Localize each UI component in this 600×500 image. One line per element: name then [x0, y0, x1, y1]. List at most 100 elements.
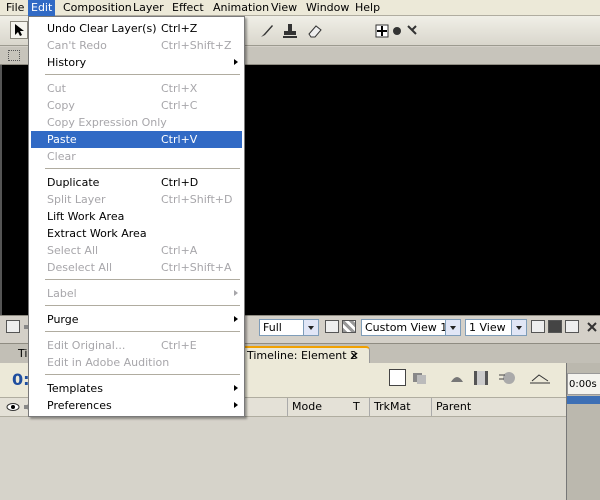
- resolution-select[interactable]: Full: [259, 319, 319, 336]
- menu-item-purge[interactable]: Purge: [31, 311, 242, 328]
- menu-composition[interactable]: Composition: [60, 0, 135, 16]
- menu-item-label: Purge: [47, 313, 79, 326]
- eye-icon[interactable]: [6, 400, 20, 414]
- transparency-grid-icon[interactable]: [342, 320, 356, 333]
- submenu-arrow-icon: [234, 402, 238, 408]
- menu-item-paste[interactable]: Paste Ctrl+V: [31, 131, 242, 148]
- exposure-icon[interactable]: [585, 320, 599, 333]
- submenu-arrow-icon: [234, 59, 238, 65]
- always-preview-icon[interactable]: [6, 320, 20, 333]
- column-trkmat[interactable]: TrkMat: [369, 398, 431, 416]
- menu-item-copy-expression[interactable]: Copy Expression Only: [31, 114, 242, 131]
- close-icon[interactable]: ×: [350, 349, 359, 363]
- menu-item-label: Split Layer: [47, 193, 106, 206]
- time-ruler[interactable]: 0:00s: [566, 363, 600, 500]
- menu-separator: [45, 374, 240, 375]
- menu-effect[interactable]: Effect: [169, 0, 207, 16]
- menu-item-deselect-all[interactable]: Deselect All Ctrl+Shift+A: [31, 259, 242, 276]
- menu-item-copy[interactable]: Copy Ctrl+C: [31, 97, 242, 114]
- menu-edit[interactable]: Edit: [28, 0, 56, 16]
- menu-item-lift-work-area[interactable]: Lift Work Area: [31, 208, 242, 225]
- menu-item-label: Edit in Adobe Audition: [47, 356, 170, 369]
- menu-item-label: Clear: [47, 150, 76, 163]
- selection-tool-icon[interactable]: [10, 21, 28, 39]
- edit-menu-dropdown: Undo Clear Layer(s) Ctrl+Z Can't Redo Ct…: [28, 16, 245, 417]
- panel-grip-icon[interactable]: [8, 50, 20, 61]
- menu-layer[interactable]: Layer: [130, 0, 167, 16]
- menu-item-shortcut: Ctrl+A: [161, 244, 198, 257]
- menu-item-duplicate[interactable]: Duplicate Ctrl+D: [31, 174, 242, 191]
- region-of-interest-icon[interactable]: [325, 320, 339, 333]
- menu-help[interactable]: Help: [352, 0, 383, 16]
- menu-item-edit-in-audition[interactable]: Edit in Adobe Audition: [31, 354, 242, 371]
- menu-separator: [45, 331, 240, 332]
- menu-file[interactable]: File: [3, 0, 27, 16]
- eraser-tool-icon[interactable]: [306, 22, 324, 40]
- live-update-icon[interactable]: [389, 369, 406, 386]
- menu-view[interactable]: View: [268, 0, 300, 16]
- view-value: Custom View 1: [365, 321, 448, 334]
- menu-item-label: Preferences: [47, 399, 112, 412]
- menu-item-shortcut: Ctrl+Shift+Z: [161, 39, 232, 52]
- menu-item-label: History: [47, 56, 87, 69]
- menu-item-label: Paste: [47, 133, 77, 146]
- view-select[interactable]: Custom View 1: [361, 319, 461, 336]
- graph-editor-icon[interactable]: [529, 371, 551, 387]
- timeline-icon[interactable]: [565, 320, 579, 333]
- menu-separator: [45, 168, 240, 169]
- draft-3d-icon[interactable]: [411, 371, 428, 385]
- menu-item-label: Lift Work Area: [47, 210, 125, 223]
- menu-item-shortcut: Ctrl+Shift+D: [161, 193, 233, 206]
- column-t[interactable]: T: [349, 398, 369, 416]
- menu-item-undo[interactable]: Undo Clear Layer(s) Ctrl+Z: [31, 20, 242, 37]
- menu-item-label: Copy: [47, 99, 75, 112]
- menu-item-select-all[interactable]: Select All Ctrl+A: [31, 242, 242, 259]
- frame-blending-icon[interactable]: [472, 369, 490, 387]
- menu-item-shortcut: Ctrl+E: [161, 339, 197, 352]
- menu-item-split-layer[interactable]: Split Layer Ctrl+Shift+D: [31, 191, 242, 208]
- menu-item-label: Label: [47, 287, 77, 300]
- timeline-layer-area[interactable]: [0, 417, 566, 500]
- ruler-start-label: 0:00s: [569, 379, 597, 390]
- fast-previews-icon[interactable]: [548, 320, 562, 333]
- menu-animation[interactable]: Animation: [210, 0, 272, 16]
- views-count-value: 1 View: [469, 321, 506, 334]
- menu-item-shortcut: Ctrl+C: [161, 99, 198, 112]
- menu-item-edit-original[interactable]: Edit Original... Ctrl+E: [31, 337, 242, 354]
- menu-item-label: Copy Expression Only: [47, 116, 167, 129]
- work-area-bar[interactable]: [567, 396, 600, 404]
- hide-shy-layers-icon[interactable]: [448, 370, 466, 386]
- menu-item-label: Deselect All: [47, 261, 113, 274]
- column-mode[interactable]: Mode: [287, 398, 349, 416]
- toggle-pixel-aspect-icon[interactable]: [531, 320, 545, 333]
- menu-item-history[interactable]: History: [31, 54, 242, 71]
- menu-item-templates[interactable]: Templates: [31, 380, 242, 397]
- brush-tool-icon[interactable]: [258, 22, 276, 40]
- menu-item-cut[interactable]: Cut Ctrl+X: [31, 80, 242, 97]
- menu-separator: [45, 74, 240, 75]
- motion-blur-icon[interactable]: [497, 369, 517, 387]
- submenu-arrow-icon: [234, 316, 238, 322]
- menu-item-preferences[interactable]: Preferences: [31, 397, 242, 414]
- submenu-arrow-icon: [234, 290, 238, 296]
- menu-bar: File Edit Composition Layer Effect Anima…: [0, 0, 600, 16]
- menu-item-redo[interactable]: Can't Redo Ctrl+Shift+Z: [31, 37, 242, 54]
- menu-separator: [45, 305, 240, 306]
- tab-partial[interactable]: Ti: [18, 347, 27, 360]
- submenu-arrow-icon: [234, 385, 238, 391]
- chevron-down-icon: [445, 320, 460, 335]
- menu-item-clear[interactable]: Clear: [31, 148, 242, 165]
- menu-item-extract-work-area[interactable]: Extract Work Area: [31, 225, 242, 242]
- menu-window[interactable]: Window: [303, 0, 352, 16]
- menu-item-label[interactable]: Label: [31, 285, 242, 302]
- puppet-overlap-icon[interactable]: [404, 22, 422, 40]
- menu-item-label: Undo Clear Layer(s): [47, 22, 157, 35]
- views-count-select[interactable]: 1 View: [465, 319, 527, 336]
- ruler-header: 0:00s: [567, 373, 600, 395]
- column-parent[interactable]: Parent: [431, 398, 566, 416]
- clone-stamp-tool-icon[interactable]: [281, 22, 299, 40]
- current-time-display[interactable]: 0:: [12, 370, 30, 389]
- menu-item-label: Cut: [47, 82, 66, 95]
- resolution-value: Full: [263, 321, 282, 334]
- chevron-down-icon: [303, 320, 318, 335]
